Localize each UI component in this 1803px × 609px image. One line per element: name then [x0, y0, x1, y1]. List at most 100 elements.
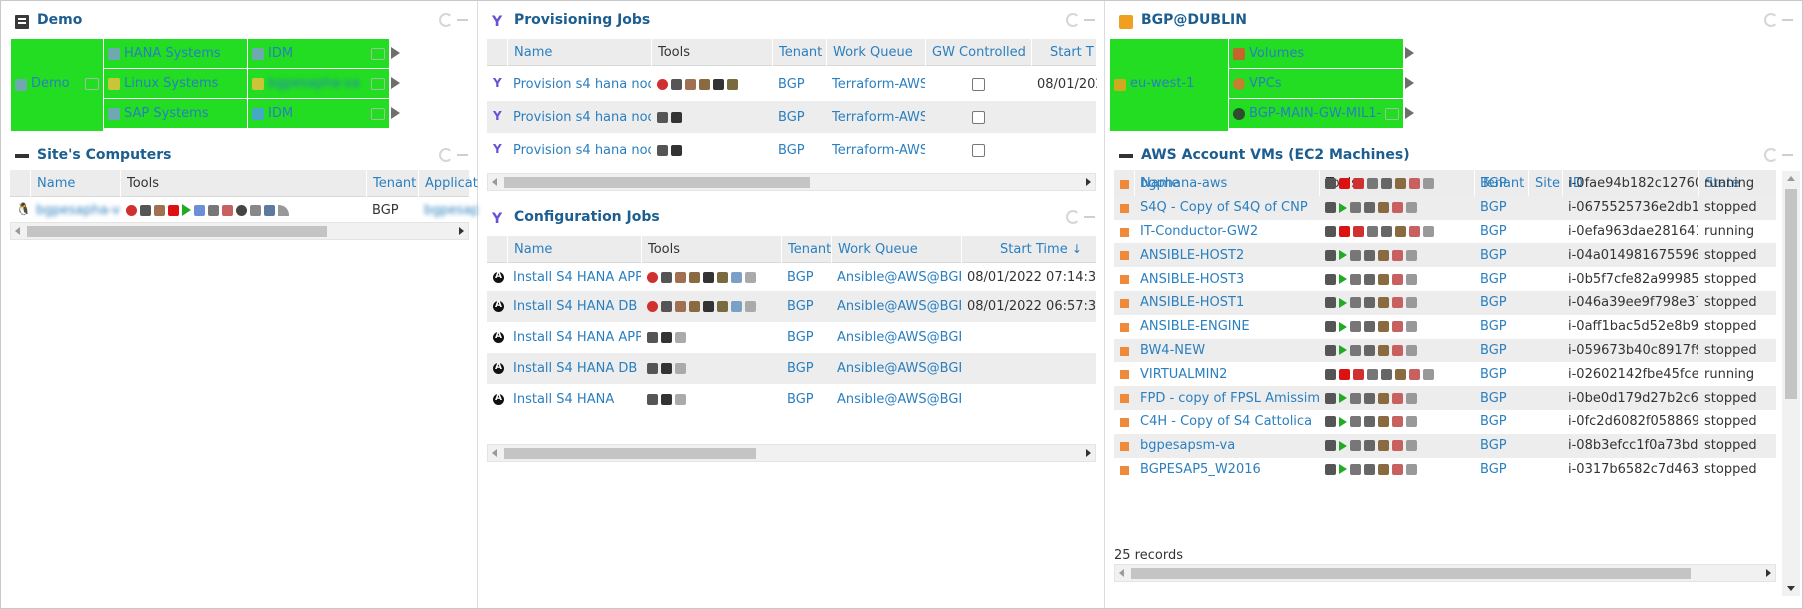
horizontal-scrollbar[interactable]	[487, 173, 1096, 191]
heart-icon[interactable]	[126, 204, 137, 216]
package-icon[interactable]	[1378, 202, 1389, 214]
delete-icon[interactable]	[647, 394, 658, 405]
gw-controlled-checkbox[interactable]	[971, 110, 985, 124]
delete-icon[interactable]	[661, 301, 672, 312]
network-icon[interactable]	[1364, 392, 1375, 404]
package-icon[interactable]	[1378, 463, 1389, 475]
play-icon[interactable]	[1339, 274, 1347, 285]
expand-arrow-icon[interactable]	[391, 77, 400, 89]
package-icon[interactable]	[1378, 392, 1389, 404]
tenant-cell[interactable]: BGP	[1474, 267, 1528, 291]
signal-icon[interactable]	[1406, 273, 1417, 285]
signal-icon[interactable]	[1423, 178, 1434, 190]
scroll-thumb[interactable]	[504, 448, 756, 459]
play-icon[interactable]	[1339, 202, 1347, 213]
calendar-icon[interactable]	[1392, 273, 1403, 285]
table-row[interactable]: bgphana-aws BGP i-0fae94b182c127600 running	[1114, 172, 1776, 196]
package-icon[interactable]	[1378, 416, 1389, 428]
table-row[interactable]: ANSIBLE-HOST1 BGP i-046a39ee9f798e376 stopp…	[1114, 291, 1776, 315]
play-icon[interactable]	[1339, 440, 1347, 451]
package-icon[interactable]	[1378, 249, 1389, 261]
delete-icon[interactable]	[657, 144, 668, 156]
vm-name[interactable]: BW4-NEW	[1134, 339, 1319, 363]
vm-name[interactable]: ANSIBLE-HOST2	[1134, 243, 1319, 267]
signal-icon[interactable]	[1406, 416, 1417, 428]
expand-arrow-icon[interactable]	[1405, 107, 1414, 119]
table-row[interactable]: Y Provision s4 hana node BGP Terraform-A…	[487, 133, 1096, 167]
job-name[interactable]: Install S4 HANA	[507, 384, 641, 415]
delete-icon[interactable]	[647, 363, 658, 374]
scroll-right-icon[interactable]	[459, 227, 464, 235]
horizontal-scrollbar[interactable]	[487, 444, 1096, 462]
script-icon[interactable]	[717, 301, 728, 312]
play-icon[interactable]	[1339, 250, 1347, 261]
table-row[interactable]: Y Provision s4 hana node BGP Terraform-A…	[487, 101, 1096, 133]
work-queue-cell[interactable]: Terraform-AWS	[826, 133, 925, 167]
tenant-cell[interactable]: BGP	[1474, 434, 1528, 458]
table-row[interactable]: BW4-NEW BGP i-059673b40c8917f9e stopped	[1114, 338, 1776, 363]
manage-icon[interactable]	[675, 272, 686, 283]
network-icon[interactable]	[1364, 440, 1375, 452]
tenant-cell[interactable]: BGP	[1474, 291, 1528, 315]
topology-node-idm[interactable]: IDM	[248, 39, 389, 68]
tenant-cell[interactable]: BGP	[1474, 196, 1528, 220]
refresh-icon[interactable]	[1066, 210, 1080, 224]
delete-icon[interactable]	[1325, 416, 1336, 428]
tenant-cell[interactable]: BGP	[1474, 220, 1528, 244]
delete-icon[interactable]	[1325, 392, 1336, 404]
vm-name[interactable]: bgpesapsm-va	[1134, 434, 1319, 458]
job-name[interactable]: Provision s4 hana node	[507, 101, 651, 133]
calendar-icon[interactable]	[1392, 297, 1403, 309]
calendar-icon[interactable]	[1392, 321, 1403, 333]
topology-node-sap-systems[interactable]: SAP Systems	[104, 99, 247, 128]
horizontal-scrollbar[interactable]	[10, 222, 469, 240]
table-row[interactable]: BGPESAP5_W2016 BGP i-0317b6582c7d4637d stop…	[1114, 458, 1776, 482]
col-header-name[interactable]: Name	[507, 236, 641, 263]
minimize-icon[interactable]	[1782, 154, 1793, 156]
delete-icon[interactable]	[657, 111, 668, 123]
user-icon[interactable]	[731, 301, 742, 312]
vm-name[interactable]: FPD - copy of FPSL Amissima	[1134, 386, 1319, 410]
table-row[interactable]: S4Q - Copy of S4Q of CNP BGP i-0675525736e…	[1114, 195, 1776, 220]
delete-icon[interactable]	[1325, 297, 1336, 309]
stop-icon[interactable]	[1339, 225, 1350, 237]
calendar-icon[interactable]	[1392, 344, 1403, 356]
topology-node-bgpesapha[interactable]: bgpesapha-va	[248, 69, 389, 98]
signal-icon[interactable]	[1406, 440, 1417, 452]
package-icon[interactable]	[689, 301, 700, 312]
scroll-left-icon[interactable]	[15, 227, 20, 235]
scroll-up-icon[interactable]	[1787, 176, 1795, 181]
manage-icon[interactable]	[1367, 368, 1378, 380]
manage-icon[interactable]	[1367, 178, 1378, 190]
tenant-cell[interactable]: BGP	[772, 101, 826, 133]
calendar-icon[interactable]	[1392, 249, 1403, 261]
tenant-cell[interactable]: BGP	[781, 322, 831, 353]
package-icon[interactable]	[1378, 273, 1389, 285]
scroll-thumb[interactable]	[1785, 189, 1797, 399]
network-icon[interactable]	[1364, 273, 1375, 285]
tenant-cell[interactable]: BGP	[1474, 315, 1528, 339]
work-queue-cell[interactable]: Terraform-AWS	[826, 67, 925, 101]
vm-name[interactable]: ANSIBLE-HOST1	[1134, 291, 1319, 315]
calendar-icon[interactable]	[1392, 392, 1403, 404]
log-icon[interactable]	[745, 301, 756, 312]
status-icon[interactable]	[647, 272, 658, 283]
refresh-icon[interactable]	[1764, 13, 1778, 27]
manage-icon[interactable]	[1367, 225, 1378, 237]
scroll-thumb[interactable]	[504, 177, 810, 188]
package-icon[interactable]	[1395, 225, 1406, 237]
signal-icon[interactable]	[1406, 297, 1417, 309]
col-header-work-queue[interactable]: Work Queue	[831, 236, 961, 263]
topology-root-demo[interactable]: Demo	[11, 39, 103, 131]
stop-icon[interactable]	[168, 204, 179, 216]
manage-icon[interactable]	[154, 204, 165, 216]
topology-root-eu-west-1[interactable]: eu-west-1	[1110, 39, 1228, 131]
play-icon[interactable]	[182, 204, 191, 216]
scroll-right-icon[interactable]	[1086, 449, 1091, 457]
tenant-cell[interactable]: BGP	[1474, 458, 1528, 482]
script-icon[interactable]	[727, 78, 738, 90]
tenant-cell[interactable]: BGP	[1474, 386, 1528, 410]
network-icon[interactable]	[1364, 297, 1375, 309]
table-row[interactable]: Install S4 HANA DB BGP Ansible@AWS@BGP	[487, 353, 1096, 384]
play-icon[interactable]	[1339, 297, 1347, 308]
